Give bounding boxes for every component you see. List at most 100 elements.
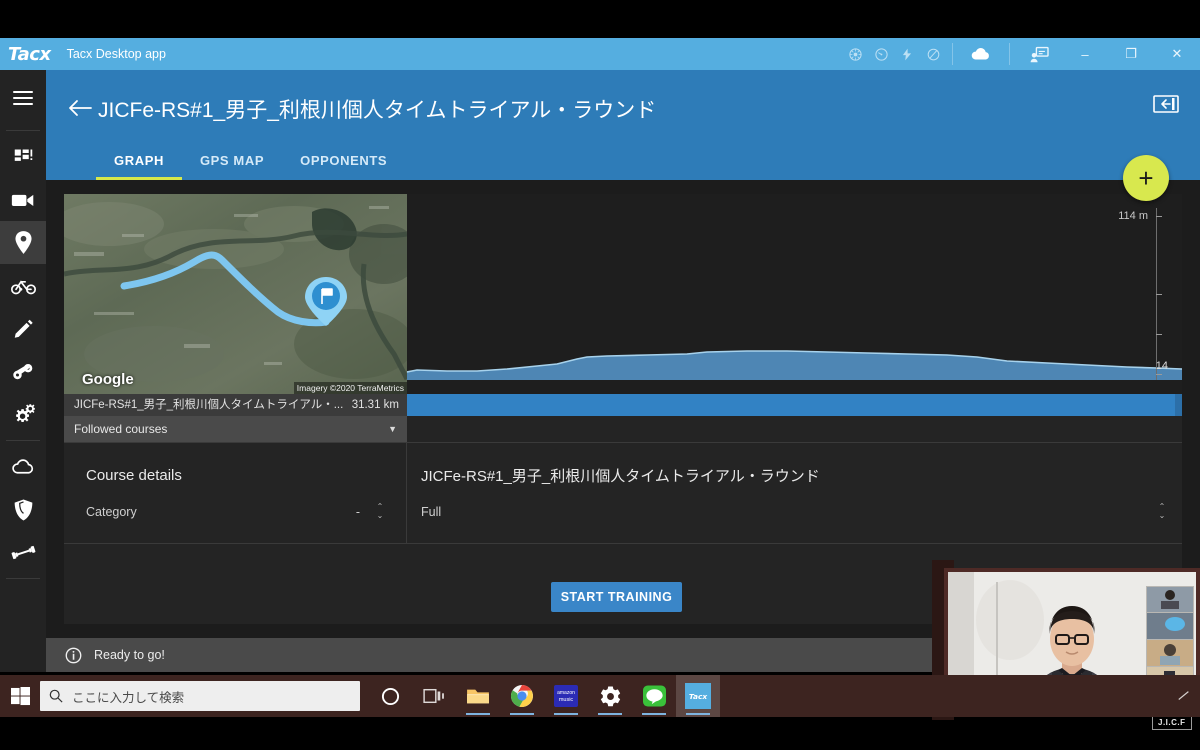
taskbar-amazon-music[interactable]: amazon music: [544, 675, 588, 717]
taskbar-chrome[interactable]: [500, 675, 544, 717]
axis-tick-mid: [1156, 294, 1162, 295]
power-bolt-icon[interactable]: [894, 38, 920, 70]
sidebar-divider-2: [6, 440, 40, 441]
cast-screen-icon[interactable]: [1016, 38, 1062, 70]
add-button[interactable]: +: [1123, 155, 1169, 201]
app-title: Tacx Desktop app: [66, 47, 166, 61]
details-left-column: Course details Category - ⌃ ⌄: [64, 443, 407, 543]
gear-icon: [600, 685, 620, 706]
mode-stepper-up-icon[interactable]: ⌃: [1159, 502, 1166, 511]
mode-stepper-down-icon[interactable]: ⌄: [1159, 511, 1166, 520]
sidebar-item-workout[interactable]: [0, 531, 46, 574]
sidebar-divider-1: [6, 130, 40, 131]
svg-text:amazon: amazon: [557, 690, 575, 696]
category-label: Category: [86, 505, 137, 519]
tab-graph[interactable]: GRAPH: [96, 146, 182, 180]
sensor-wheel-icon[interactable]: [842, 38, 868, 70]
speed-gauge-icon[interactable]: [868, 38, 894, 70]
status-text: Ready to go!: [94, 648, 165, 662]
dashboard-icon: [14, 149, 32, 161]
map-and-graph-row: Google Imagery ©2020 TerraMetrics 114 m …: [64, 194, 1183, 394]
course-panel: Google Imagery ©2020 TerraMetrics 114 m …: [64, 194, 1183, 624]
details-right-column: JICFe-RS#1_男子_利根川個人タイムトライアル・ラウンド Full ⌃ …: [407, 443, 1182, 543]
window-maximize-button[interactable]: ❐: [1108, 38, 1154, 70]
system-tray[interactable]: [1176, 675, 1192, 717]
tab-gps-map[interactable]: GPS MAP: [182, 146, 282, 180]
video-camera-icon: [11, 194, 34, 206]
taskbar-task-view[interactable]: [412, 675, 456, 717]
window-minimize-button[interactable]: –: [1062, 38, 1108, 70]
course-name-strip[interactable]: 31.31 km JICFe-RS#1_男子_利根川個人タイムトライアル・...: [64, 394, 407, 416]
course-mode-stepper[interactable]: ⌃ ⌄: [1156, 497, 1168, 525]
task-view-icon: [423, 688, 444, 704]
followed-courses-dropdown[interactable]: Followed courses ▼: [64, 416, 407, 442]
folder-icon: [467, 689, 489, 704]
hamburger-menu-icon[interactable]: [0, 70, 46, 126]
search-placeholder: ここに入力して検索: [72, 690, 185, 705]
sidebar-item-chain[interactable]: [0, 350, 46, 393]
sidebar-item-cloud[interactable]: [0, 445, 46, 488]
dropdown-value: Followed courses: [74, 422, 168, 436]
course-mode-value: Full: [421, 505, 442, 519]
cloud-icon: [11, 459, 33, 474]
info-icon: [64, 646, 82, 664]
jicf-badge: J.I.C.F: [1152, 715, 1192, 730]
gears-icon: [16, 404, 35, 423]
satellite-map-image: [64, 194, 407, 394]
sidebar-item-security[interactable]: [0, 488, 46, 531]
collapse-panel-icon[interactable]: [1150, 90, 1182, 118]
taskbar-settings[interactable]: [588, 675, 632, 717]
axis-tick-top: [1156, 216, 1162, 217]
titlebar-icon-group: – ❐ ✕: [842, 38, 1200, 70]
sidebar-divider-3: [6, 578, 40, 579]
course-progress-bar[interactable]: [407, 394, 1182, 416]
cloud-icon[interactable]: [959, 38, 1003, 70]
taskbar-file-explorer[interactable]: [456, 675, 500, 717]
windows-taskbar: ここに入力して検索 amazon music Tacx: [0, 675, 1200, 717]
left-sidebar: [0, 70, 46, 672]
panel-divider-2: [64, 543, 1182, 544]
start-training-button[interactable]: START TRAINING: [551, 582, 682, 612]
sidebar-item-routes[interactable]: [0, 221, 46, 264]
cadence-icon[interactable]: [920, 38, 946, 70]
back-arrow-icon[interactable]: [58, 86, 102, 130]
tab-bar: GRAPH GPS MAP OPPONENTS: [96, 146, 405, 180]
dropdown-row-filler: [407, 416, 1182, 442]
taskbar-tacx[interactable]: Tacx: [676, 675, 720, 717]
search-input[interactable]: ここに入力して検索: [40, 681, 360, 711]
svg-text:music: music: [559, 697, 574, 703]
line-icon: [642, 685, 666, 707]
axis-tick-bottom: [1156, 374, 1162, 375]
stepper-up-icon[interactable]: ⌃: [377, 502, 384, 511]
map-attribution: Imagery ©2020 TerraMetrics: [293, 382, 407, 394]
stepper-down-icon[interactable]: ⌄: [377, 511, 384, 520]
titlebar-divider-2: [1009, 43, 1010, 65]
location-pin-icon: [14, 231, 32, 254]
tray-chevron-icon: [1178, 691, 1189, 700]
course-map-thumbnail[interactable]: Google Imagery ©2020 TerraMetrics: [64, 194, 407, 394]
svg-text:Tacx: Tacx: [689, 692, 708, 701]
elevation-max-label: 114 m: [1118, 210, 1148, 222]
google-watermark: Google: [82, 371, 134, 388]
bicycle-icon: [10, 279, 36, 294]
sidebar-item-dashboard[interactable]: [0, 135, 46, 178]
window-close-button[interactable]: ✕: [1154, 38, 1200, 70]
tab-opponents[interactable]: OPPONENTS: [282, 146, 405, 180]
course-progress-handle[interactable]: [1175, 394, 1182, 416]
sidebar-item-settings[interactable]: [0, 393, 46, 436]
taskbar-line[interactable]: [632, 675, 676, 717]
sidebar-item-videos[interactable]: [0, 178, 46, 221]
course-strip: 31.31 km JICFe-RS#1_男子_利根川個人タイムトライアル・...: [64, 394, 1182, 416]
sidebar-item-editor[interactable]: [0, 307, 46, 350]
page-title: JICFe-RS#1_男子_利根川個人タイムトライアル・ラウンド: [98, 99, 657, 122]
category-stepper[interactable]: ⌃ ⌄: [374, 497, 386, 525]
course-distance: 31.31 km: [351, 399, 399, 411]
pencil-icon: [14, 319, 33, 338]
tacx-logo: Tacx: [8, 43, 51, 65]
chain-link-icon: [13, 363, 33, 379]
elevation-graph[interactable]: 114 m 14: [406, 194, 1183, 394]
windows-start-icon[interactable]: [0, 675, 40, 717]
sidebar-item-training[interactable]: [0, 264, 46, 307]
taskbar-cortana[interactable]: [368, 675, 412, 717]
app-titlebar: Tacx Tacx Desktop app – ❐ ✕: [0, 38, 1200, 70]
